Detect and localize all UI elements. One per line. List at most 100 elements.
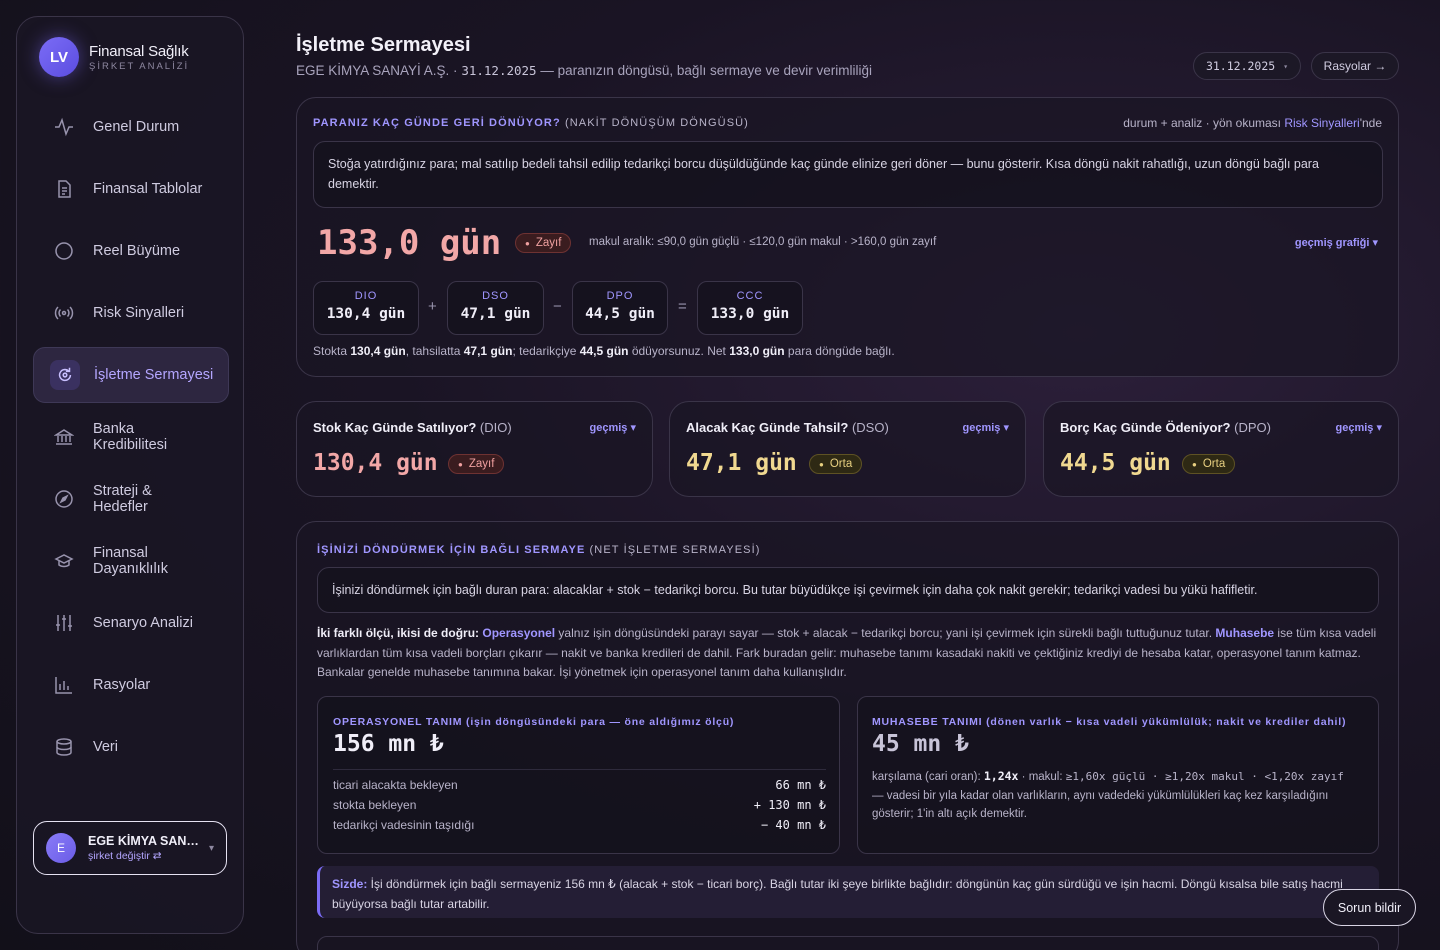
sidebar-item-strateji-hedefler[interactable]: Strateji & Hedefler (33, 471, 229, 527)
history-link[interactable]: geçmiş ▾ (963, 421, 1010, 434)
sidebar-item-label: Strateji & Hedefler (93, 483, 152, 515)
date-selector[interactable]: 31.12.2025 ▾ (1193, 52, 1301, 80)
history-link[interactable]: geçmiş ▾ (590, 421, 637, 434)
equals-operator: = (678, 298, 687, 315)
brand[interactable]: LV Finansal Sağlık ŞİRKET ANALİZİ (39, 37, 189, 77)
sidebar-item-reel-buyume[interactable]: Reel Büyüme (33, 223, 229, 279)
sidebar-item-label: Banka Kredibilitesi (93, 421, 168, 453)
cash-conversion-cycle-card: PARANIZ KAÇ GÜNDE GERİ DÖNÜYOR? (NAKİT D… (296, 97, 1399, 377)
sidebar-item-veri[interactable]: Veri (33, 719, 229, 775)
accounting-definition-panel: MUHASEBE TANIMI (dönen varlık − kısa vad… (857, 696, 1379, 854)
current-ratio-text: karşılama (cari oran): 1,24x · makul: ≥1… (872, 769, 1344, 820)
metric-chip-dpo: DPO 44,5 gün (572, 281, 668, 335)
receivables-row: ticari alacakta bekleyen 66 mn ₺ (333, 778, 826, 792)
card-title: Alacak Kaç Günde Tahsil? (DSO) (686, 420, 889, 435)
panel-label: MUHASEBE TANIMI (dönen varlık − kısa vad… (872, 716, 1347, 728)
sidebar-nav: Genel Durum Finansal Tablolar Reel Büyüm… (33, 99, 229, 781)
operational-definition-panel: OPERASYONEL TANIM (işin döngüsündeki par… (317, 696, 840, 854)
accounting-value: 45 mn ₺ (872, 731, 969, 757)
subtitle-text: — paranızın döngüsü, bağlı sermaye ve de… (536, 63, 872, 78)
dio-card: Stok Kaç Günde Satılıyor? (DIO) geçmiş ▾… (296, 401, 653, 497)
page-title: İşletme Sermayesi (296, 34, 471, 56)
sidebar-item-label: Senaryo Analizi (93, 615, 193, 631)
circle-icon (53, 240, 75, 262)
brand-title: Finansal Sağlık (89, 42, 189, 60)
sidebar-item-isletme-sermayesi[interactable]: İşletme Sermayesi (33, 347, 229, 403)
sidebar-item-senaryo-analizi[interactable]: Senaryo Analizi (33, 595, 229, 651)
description-box: İşinizi döndürmek için bağlı duran para:… (317, 567, 1379, 613)
bar-chart-icon (53, 674, 75, 696)
dso-card: Alacak Kaç Günde Tahsil? (DSO) geçmiş ▾ … (669, 401, 1026, 497)
sidebar-item-risk-sinyalleri[interactable]: Risk Sinyalleri (33, 285, 229, 341)
risk-signals-link[interactable]: Risk Sinyalleri (1284, 116, 1359, 130)
dso-value: 47,1 gün (686, 450, 797, 476)
panel-label: OPERASYONEL TANIM (işin döngüsündeki par… (333, 716, 735, 728)
metric-chip-ccc: CCC 133,0 gün (697, 281, 803, 335)
dpo-value: 44,5 gün (1060, 450, 1171, 476)
brand-subtitle: ŞİRKET ANALİZİ (89, 60, 190, 72)
dpo-card: Borç Kaç Günde Ödeniyor? (DPO) geçmiş ▾ … (1043, 401, 1399, 497)
shield-icon (53, 550, 75, 572)
inventory-row: stokta bekleyen + 130 mn ₺ (333, 798, 826, 812)
sliders-icon (53, 612, 75, 634)
chevron-down-icon: ▾ (208, 842, 214, 854)
company-label: EGE KİMYA SANAYİ A.Ş. · (296, 63, 462, 78)
card-title: Borç Kaç Günde Ödeniyor? (DPO) (1060, 420, 1271, 435)
brand-logo: LV (39, 37, 79, 77)
sidebar-item-genel-durum[interactable]: Genel Durum (33, 99, 229, 155)
company-switcher[interactable]: E EGE KİMYA SAN… şirket değiştir ⇄ ▾ (33, 821, 227, 875)
section-label: İŞİNİZİ DÖNDÜRMEK İÇİN BAĞLI SERMAYE (NE… (317, 544, 761, 556)
minus-operator: − (553, 298, 562, 315)
bank-icon (53, 426, 75, 448)
signal-icon (53, 302, 75, 324)
section-label: PARANIZ KAÇ GÜNDE GERİ DÖNÜYOR? (NAKİT D… (313, 117, 749, 129)
status-badge: ● Zayıf (448, 454, 505, 474)
definitions-explainer: İki farklı ölçü, ikisi de doğru: Operasy… (317, 626, 1377, 679)
ccc-value: 133,0 gün (317, 223, 502, 263)
plus-operator: + (428, 298, 437, 315)
status-badge: ● Orta (809, 454, 863, 474)
payables-row: tedarikçi vadesinin taşıdığı − 40 mn ₺ (333, 818, 826, 832)
database-icon (53, 736, 75, 758)
sidebar: LV Finansal Sağlık ŞİRKET ANALİZİ Genel … (16, 16, 244, 934)
history-link[interactable]: geçmiş ▾ (1336, 421, 1383, 434)
company-name: EGE KİMYA SAN… (88, 834, 199, 848)
ratios-button[interactable]: Rasyolar → (1311, 52, 1399, 80)
sidebar-item-finansal-tablolar[interactable]: Finansal Tablolar (33, 161, 229, 217)
right-note: durum + analiz · yön okuması Risk Sinyal… (1123, 116, 1382, 130)
insight-box: Sizde: İşi döndürmek için bağlı sermayen… (317, 866, 1379, 918)
status-badge: ● Orta (1182, 454, 1236, 474)
metric-chip-dio: DIO 130,4 gün (313, 281, 419, 335)
sidebar-item-label: Veri (93, 739, 118, 755)
sidebar-item-banka-kredibilitesi[interactable]: Banka Kredibilitesi (33, 409, 229, 465)
chevron-down-icon: ▾ (1283, 61, 1289, 71)
card-title: Stok Kaç Günde Satılıyor? (DIO) (313, 420, 512, 435)
report-issue-button[interactable]: Sorun bildir (1323, 889, 1416, 926)
description-box: Stoğa yatırdığınız para; mal satılıp bed… (313, 141, 1383, 208)
sidebar-item-label: Rasyolar (93, 677, 151, 693)
net-working-capital-card: İŞİNİZİ DÖNDÜRMEK İÇİN BAĞLI SERMAYE (NE… (296, 521, 1399, 950)
switch-company-link[interactable]: şirket değiştir ⇄ (88, 850, 209, 862)
sidebar-item-label: Genel Durum (93, 119, 180, 135)
date-selector-value: 31.12.2025 (1205, 59, 1276, 73)
sidebar-item-label: Reel Büyüme (93, 243, 181, 259)
next-panel (317, 936, 1379, 950)
sidebar-item-label: Finansal Dayanıklılık (93, 545, 168, 577)
sidebar-item-label: Risk Sinyalleri (93, 305, 185, 321)
sidebar-item-finansal-dayaniklilik[interactable]: Finansal Dayanıklılık (33, 533, 229, 589)
compass-icon (53, 488, 75, 510)
status-badge: ● Zayıf (515, 233, 572, 253)
period-date: 31.12.2025 (461, 63, 537, 78)
history-chart-link[interactable]: geçmiş grafiği ▾ (1295, 236, 1378, 249)
range-text: makul aralık: ≤90,0 gün güçlü · ≤120,0 g… (589, 236, 937, 248)
page-subtitle: EGE KİMYA SANAYİ A.Ş. · 31.12.2025 — par… (296, 63, 872, 78)
dio-value: 130,4 gün (313, 450, 438, 476)
sidebar-item-rasyolar[interactable]: Rasyolar (33, 657, 229, 713)
sidebar-item-label: İşletme Sermayesi (94, 367, 214, 383)
cycle-icon (50, 360, 80, 390)
cycle-summary: Stokta 130,4 gün, tahsilatta 47,1 gün; t… (313, 344, 895, 358)
company-avatar: E (46, 833, 76, 863)
sidebar-item-label: Finansal Tablolar (93, 181, 203, 197)
document-icon (53, 178, 75, 200)
metric-chip-dso: DSO 47,1 gün (447, 281, 544, 335)
